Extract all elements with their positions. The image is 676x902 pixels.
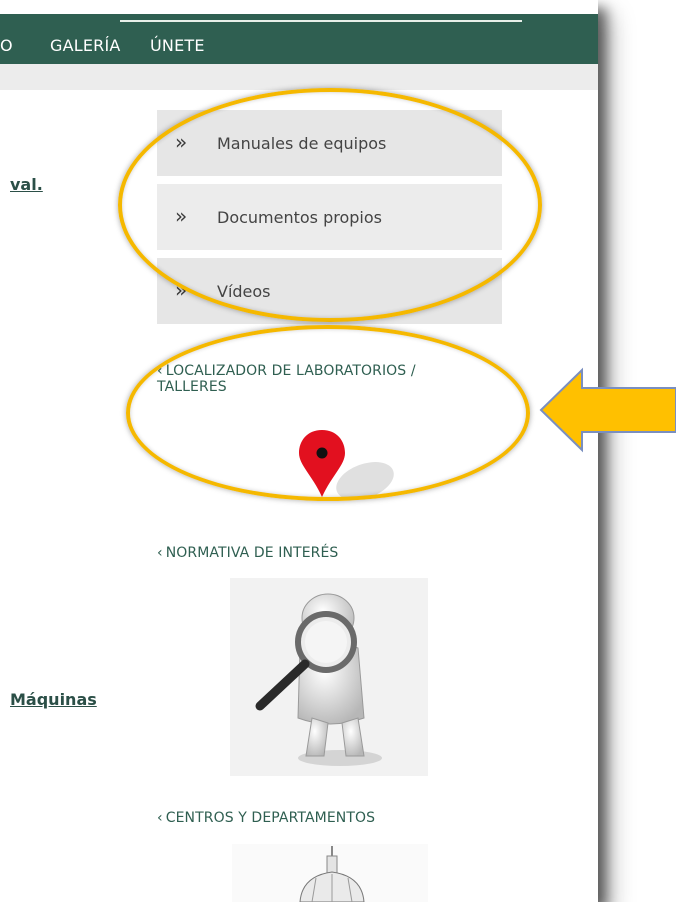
- back-chevron-icon: ‹: [157, 545, 163, 561]
- top-strip: [0, 0, 598, 14]
- nav-item-galeria[interactable]: GALERÍA: [50, 36, 121, 55]
- nav-bar: O GALERÍA ÚNETE: [0, 14, 598, 64]
- content-link-partial[interactable]: val.: [10, 175, 43, 194]
- nav-item-unete[interactable]: ÚNETE: [150, 36, 205, 55]
- content-link-maquinas[interactable]: Máquinas: [10, 690, 97, 709]
- highlight-ellipse-menu: [118, 88, 542, 322]
- magnifying-glass-figure-image[interactable]: [230, 578, 428, 776]
- figure-illustration: [255, 593, 382, 766]
- back-chevron-icon: ‹: [157, 810, 163, 826]
- nav-divider: [120, 20, 522, 22]
- dome-building-image[interactable]: [232, 844, 428, 902]
- section-title-normativa[interactable]: ‹ NORMATIVA DE INTERÉS: [157, 545, 338, 561]
- dome-illustration: [299, 846, 365, 902]
- sub-bar: [0, 64, 598, 90]
- arrow-left-icon: [539, 367, 676, 453]
- highlight-ellipse-localizador: [126, 325, 530, 501]
- nav-item-partial[interactable]: O: [0, 36, 13, 55]
- section-title-centros[interactable]: ‹ CENTROS Y DEPARTAMENTOS: [157, 810, 375, 826]
